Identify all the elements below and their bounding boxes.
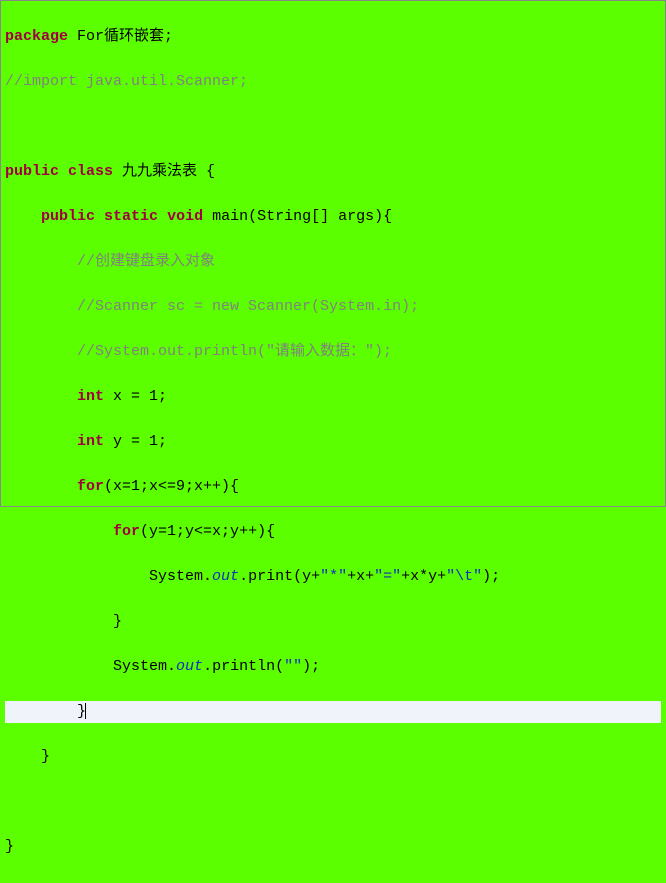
code-line-16-active: }	[5, 701, 661, 724]
code-line-17: }	[5, 746, 661, 769]
keyword-class: class	[68, 163, 113, 180]
code-line-18	[5, 791, 661, 814]
keyword-for: for	[113, 523, 140, 540]
var-decl: y = 1;	[104, 433, 167, 450]
out-field: out	[176, 658, 203, 675]
string-literal: "="	[374, 568, 401, 585]
brace-close: }	[5, 838, 14, 855]
keyword-static: static	[104, 208, 158, 225]
string-literal: "\t"	[446, 568, 482, 585]
keyword-public: public	[41, 208, 95, 225]
comment: //创建键盘录入对象	[77, 253, 215, 270]
code-line-7: //Scanner sc = new Scanner(System.in);	[5, 296, 661, 319]
comment: //import java.util.Scanner;	[5, 73, 248, 90]
code-editor[interactable]: package For循环嵌套; //import java.util.Scan…	[1, 1, 665, 883]
code-line-13: System.out.print(y+"*"+x+"="+x*y+"\t");	[5, 566, 661, 589]
stmt-end: );	[482, 568, 500, 585]
keyword-public: public	[5, 163, 59, 180]
for-cond: (x=1;x<=9;x++){	[104, 478, 239, 495]
stmt-end: );	[302, 658, 320, 675]
brace-close: }	[41, 748, 50, 765]
out-field: out	[212, 568, 239, 585]
code-line-2: //import java.util.Scanner;	[5, 71, 661, 94]
method-sig: main(String[] args){	[203, 208, 392, 225]
code-line-10: int y = 1;	[5, 431, 661, 454]
keyword-int: int	[77, 433, 104, 450]
string-literal: ""	[284, 658, 302, 675]
system: System.	[113, 658, 176, 675]
for-cond: (y=1;y<=x;y++){	[140, 523, 275, 540]
class-name: 九九乘法表 {	[113, 163, 215, 180]
code-line-11: for(x=1;x<=9;x++){	[5, 476, 661, 499]
code-line-1: package For循环嵌套;	[5, 26, 661, 49]
concat: +x+	[347, 568, 374, 585]
print-call: .print(y+	[239, 568, 320, 585]
code-line-6: //创建键盘录入对象	[5, 251, 661, 274]
comment: //Scanner sc = new Scanner(System.in);	[77, 298, 419, 315]
code-line-19: }	[5, 836, 661, 859]
string-literal: "*"	[320, 568, 347, 585]
keyword-package: package	[5, 28, 68, 45]
system: System.	[149, 568, 212, 585]
code-line-5: public static void main(String[] args){	[5, 206, 661, 229]
brace-close: }	[113, 613, 122, 630]
code-line-12: for(y=1;y<=x;y++){	[5, 521, 661, 544]
println-call: .println(	[203, 658, 284, 675]
comment: //System.out.println("请输入数据：");	[77, 343, 392, 360]
code-line-3	[5, 116, 661, 139]
concat: +x*y+	[401, 568, 446, 585]
code-line-4: public class 九九乘法表 {	[5, 161, 661, 184]
keyword-int: int	[77, 388, 104, 405]
package-name: For循环嵌套;	[68, 28, 173, 45]
code-line-14: }	[5, 611, 661, 634]
code-line-9: int x = 1;	[5, 386, 661, 409]
code-line-15: System.out.println("");	[5, 656, 661, 679]
text-cursor	[85, 703, 86, 719]
var-decl: x = 1;	[104, 388, 167, 405]
keyword-for: for	[77, 478, 104, 495]
keyword-void: void	[167, 208, 203, 225]
code-line-8: //System.out.println("请输入数据：");	[5, 341, 661, 364]
